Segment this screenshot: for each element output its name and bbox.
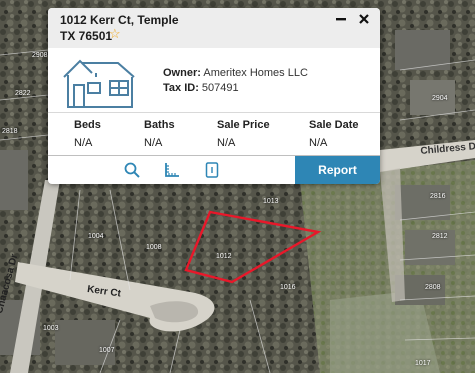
- lot-number: 2808: [425, 284, 441, 291]
- search-icon[interactable]: [123, 161, 141, 179]
- lot-number: 1004: [88, 233, 104, 240]
- beds-header: Beds: [74, 119, 101, 131]
- lot-number: 2816: [430, 193, 446, 200]
- star-icon[interactable]: ☆: [109, 26, 121, 42]
- tax-id-label: Tax ID:: [163, 82, 199, 94]
- baths-value: N/A: [144, 137, 163, 149]
- beds-value: N/A: [74, 137, 93, 149]
- lot-number: 1017: [415, 360, 431, 367]
- address-line-2: TX 76501: [60, 29, 113, 43]
- lot-number: 1012: [216, 253, 232, 260]
- lot-number: 1008: [146, 244, 162, 251]
- popup-header: 1012 Kerr Ct, Temple TX 76501 ☆: [48, 8, 380, 48]
- lot-number: 2904: [432, 95, 448, 102]
- lot-number: 2818: [2, 128, 18, 135]
- sale-date-header: Sale Date: [309, 119, 359, 131]
- tax-id-value: 507491: [201, 82, 239, 94]
- close-icon[interactable]: [357, 12, 371, 26]
- lot-number: 2908: [32, 52, 48, 59]
- divider: [48, 112, 380, 113]
- sale-date-value: N/A: [309, 137, 328, 149]
- owner-value: Ameritex Homes LLC: [203, 67, 308, 79]
- popup-toolbar: Report: [48, 156, 380, 184]
- report-button[interactable]: Report: [295, 156, 380, 184]
- lot-number: 1016: [280, 284, 296, 291]
- baths-header: Baths: [144, 119, 175, 131]
- lot-number: 1003: [43, 325, 59, 332]
- house-icon: [63, 59, 135, 108]
- address-line-1: 1012 Kerr Ct, Temple: [60, 13, 179, 27]
- sale-price-header: Sale Price: [217, 119, 270, 131]
- owner-line: Owner: Ameritex Homes LLC: [163, 67, 308, 79]
- lot-number: 2812: [432, 233, 448, 240]
- tax-id-line: Tax ID: 507491: [163, 82, 239, 94]
- measure-icon[interactable]: [163, 161, 181, 179]
- lot-number: 1013: [263, 198, 279, 205]
- lot-number: 1007: [99, 347, 115, 354]
- property-popup: 1012 Kerr Ct, Temple TX 76501 ☆ Owner: A…: [48, 8, 380, 184]
- minimize-icon[interactable]: [334, 12, 348, 26]
- owner-label: Owner:: [163, 67, 201, 79]
- document-icon[interactable]: [203, 161, 221, 179]
- lot-number: 2822: [15, 90, 31, 97]
- sale-price-value: N/A: [217, 137, 236, 149]
